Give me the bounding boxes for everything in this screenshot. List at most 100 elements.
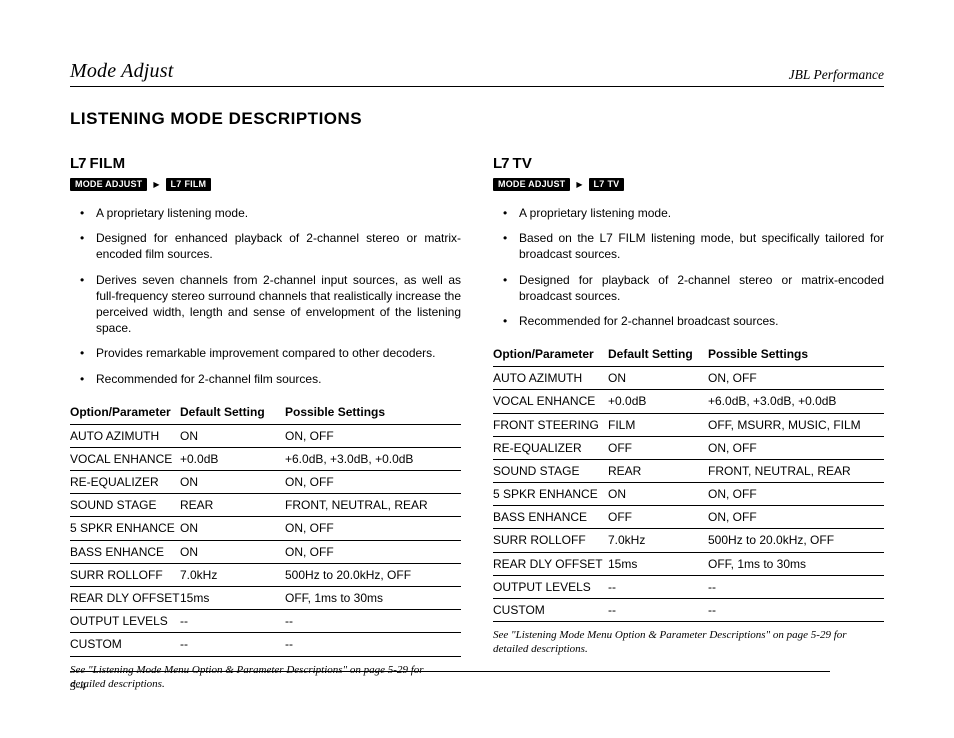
page: Mode Adjust JBL Performance LISTENING MO… xyxy=(0,0,954,738)
table-row: RE-EQUALIZEROFFON, OFF xyxy=(493,437,884,460)
column-tv: L7 TV MODE ADJUST ▶ L7 TV A proprietary … xyxy=(493,155,884,691)
cell-default: ON xyxy=(608,370,708,386)
table-row: SURR ROLLOFF7.0kHz500Hz to 20.0kHz, OFF xyxy=(493,529,884,552)
cell-possible: OFF, MSURR, MUSIC, FILM xyxy=(708,417,884,433)
mode-title-film: L7 FILM xyxy=(70,155,461,172)
cell-option: BASS ENHANCE xyxy=(70,544,180,560)
running-head-left: Mode Adjust xyxy=(70,60,174,83)
mode-title-tv: L7 TV xyxy=(493,155,884,172)
cell-possible: ON, OFF xyxy=(708,509,884,525)
cell-default: REAR xyxy=(608,463,708,479)
list-item: Recommended for 2-channel broadcast sour… xyxy=(519,313,884,329)
running-head: Mode Adjust JBL Performance xyxy=(70,60,884,87)
th-possible: Possible Settings xyxy=(708,347,884,361)
caption-tv: See "Listening Mode Menu Option & Parame… xyxy=(493,628,884,657)
cell-possible: FRONT, NEUTRAL, REAR xyxy=(708,463,884,479)
columns: L7 FILM MODE ADJUST ▶ L7 FILM A propriet… xyxy=(70,155,884,691)
table-row: VOCAL ENHANCE+0.0dB+6.0dB, +3.0dB, +0.0d… xyxy=(70,448,461,471)
cell-option: CUSTOM xyxy=(493,602,608,618)
column-film: L7 FILM MODE ADJUST ▶ L7 FILM A propriet… xyxy=(70,155,461,691)
cell-option: AUTO AZIMUTH xyxy=(493,370,608,386)
list-item: A proprietary listening mode. xyxy=(519,205,884,221)
breadcrumb-tv: MODE ADJUST ▶ L7 TV xyxy=(493,178,884,191)
cell-default: ON xyxy=(180,520,285,536)
cell-possible: 500Hz to 20.0kHz, OFF xyxy=(285,567,461,583)
cell-possible: ON, OFF xyxy=(285,520,461,536)
cell-option: OUTPUT LEVELS xyxy=(493,579,608,595)
cell-option: BASS ENHANCE xyxy=(493,509,608,525)
table-film: AUTO AZIMUTHONON, OFFVOCAL ENHANCE+0.0dB… xyxy=(70,424,461,657)
cell-possible: ON, OFF xyxy=(708,440,884,456)
cell-option: OUTPUT LEVELS xyxy=(70,613,180,629)
table-row: SOUND STAGEREARFRONT, NEUTRAL, REAR xyxy=(493,460,884,483)
running-head-right: JBL Performance xyxy=(789,67,884,83)
list-item: Designed for playback of 2-channel stere… xyxy=(519,272,884,304)
cell-possible: ON, OFF xyxy=(708,370,884,386)
cell-default: -- xyxy=(180,613,285,629)
l7-icon: L7 xyxy=(70,155,86,172)
cell-possible: +6.0dB, +3.0dB, +0.0dB xyxy=(708,393,884,409)
cell-possible: -- xyxy=(285,613,461,629)
list-item: Designed for enhanced playback of 2-chan… xyxy=(96,230,461,262)
table-row: SOUND STAGEREARFRONT, NEUTRAL, REAR xyxy=(70,494,461,517)
section-title: LISTENING MODE DESCRIPTIONS xyxy=(70,109,884,129)
bullets-film: A proprietary listening mode. Designed fo… xyxy=(70,205,461,387)
th-default: Default Setting xyxy=(608,347,708,361)
breadcrumb-mode-adjust-badge: MODE ADJUST xyxy=(70,178,147,191)
l7-mini-icon: L7 xyxy=(171,180,182,189)
th-option: Option/Parameter xyxy=(493,347,608,361)
table-row: REAR DLY OFFSET15msOFF, 1ms to 30ms xyxy=(493,553,884,576)
list-item: Based on the L7 FILM listening mode, but… xyxy=(519,230,884,262)
breadcrumb-mode-adjust-badge: MODE ADJUST xyxy=(493,178,570,191)
table-row: FRONT STEERINGFILMOFF, MSURR, MUSIC, FIL… xyxy=(493,414,884,437)
cell-default: +0.0dB xyxy=(180,451,285,467)
cell-option: VOCAL ENHANCE xyxy=(493,393,608,409)
cell-option: REAR DLY OFFSET xyxy=(493,556,608,572)
table-row: 5 SPKR ENHANCEONON, OFF xyxy=(70,517,461,540)
cell-default: -- xyxy=(608,579,708,595)
cell-possible: OFF, 1ms to 30ms xyxy=(708,556,884,572)
cell-option: 5 SPKR ENHANCE xyxy=(493,486,608,502)
cell-default: OFF xyxy=(608,509,708,525)
cell-possible: ON, OFF xyxy=(285,544,461,560)
mode-title-film-label: FILM xyxy=(90,155,126,172)
cell-possible: ON, OFF xyxy=(285,428,461,444)
cell-option: RE-EQUALIZER xyxy=(493,440,608,456)
table-row: SURR ROLLOFF7.0kHz500Hz to 20.0kHz, OFF xyxy=(70,564,461,587)
table-tv: AUTO AZIMUTHONON, OFFVOCAL ENHANCE+0.0dB… xyxy=(493,366,884,622)
table-row: OUTPUT LEVELS---- xyxy=(70,610,461,633)
cell-possible: -- xyxy=(708,579,884,595)
cell-possible: 500Hz to 20.0kHz, OFF xyxy=(708,532,884,548)
cell-option: VOCAL ENHANCE xyxy=(70,451,180,467)
cell-default: 7.0kHz xyxy=(180,567,285,583)
bullets-tv: A proprietary listening mode. Based on th… xyxy=(493,205,884,329)
breadcrumb-target-film-label: FILM xyxy=(184,180,206,189)
breadcrumb-target-badge: L7 TV xyxy=(589,178,625,191)
cell-option: CUSTOM xyxy=(70,636,180,652)
mode-title-tv-label: TV xyxy=(513,155,533,172)
cell-default: ON xyxy=(180,474,285,490)
cell-option: REAR DLY OFFSET xyxy=(70,590,180,606)
list-item: Recommended for 2-channel film sources. xyxy=(96,371,461,387)
cell-possible: ON, OFF xyxy=(708,486,884,502)
cell-default: -- xyxy=(180,636,285,652)
l7-mini-icon: L7 xyxy=(594,180,605,189)
caption-film: See "Listening Mode Menu Option & Parame… xyxy=(70,663,461,692)
table-row: VOCAL ENHANCE+0.0dB+6.0dB, +3.0dB, +0.0d… xyxy=(493,390,884,413)
cell-default: FILM xyxy=(608,417,708,433)
cell-possible: FRONT, NEUTRAL, REAR xyxy=(285,497,461,513)
cell-option: SURR ROLLOFF xyxy=(70,567,180,583)
cell-option: SOUND STAGE xyxy=(493,463,608,479)
table-row: REAR DLY OFFSET15msOFF, 1ms to 30ms xyxy=(70,587,461,610)
breadcrumb-arrow-icon: ▶ xyxy=(153,181,159,189)
cell-default: ON xyxy=(180,428,285,444)
cell-option: RE-EQUALIZER xyxy=(70,474,180,490)
list-item: A proprietary listening mode. xyxy=(96,205,461,221)
table-row: CUSTOM---- xyxy=(70,633,461,655)
cell-possible: OFF, 1ms to 30ms xyxy=(285,590,461,606)
table-row: OUTPUT LEVELS---- xyxy=(493,576,884,599)
cell-possible: -- xyxy=(708,602,884,618)
table-row: AUTO AZIMUTHONON, OFF xyxy=(493,367,884,390)
list-item: Derives seven channels from 2-channel in… xyxy=(96,272,461,337)
cell-option: 5 SPKR ENHANCE xyxy=(70,520,180,536)
